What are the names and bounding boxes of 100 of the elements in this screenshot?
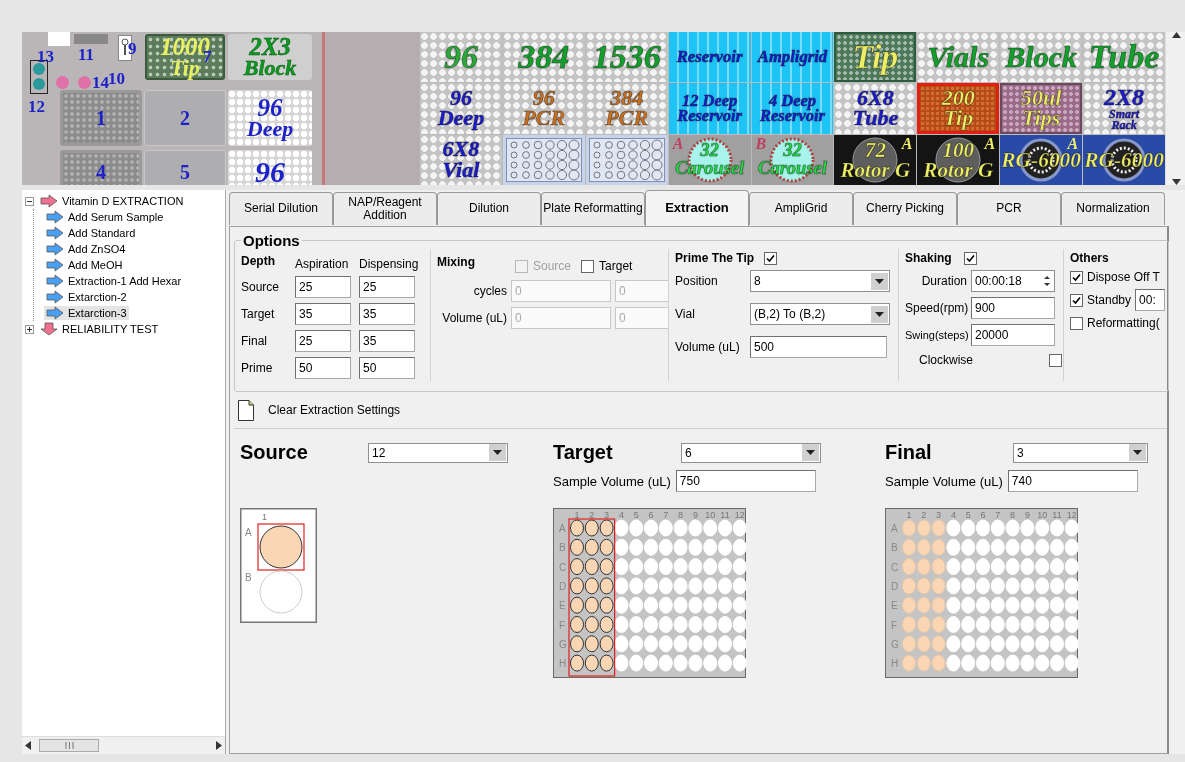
position-number: 10 — [108, 70, 125, 87]
scroll-left-icon[interactable] — [25, 741, 31, 750]
tab[interactable]: Plate Reformatting — [541, 192, 645, 225]
column-label: 9 — [1024, 510, 1030, 520]
dropdown[interactable]: 3 — [1013, 442, 1148, 463]
text-field[interactable]: 35 — [359, 303, 415, 325]
tab[interactable]: AmpliGrid — [749, 192, 853, 225]
collapse-icon[interactable] — [25, 196, 34, 206]
labware-tile[interactable]: 6X8 Tube — [834, 83, 917, 134]
scroll-right-icon[interactable] — [216, 741, 222, 750]
tree-item[interactable]: Vitamin D EXTRACTION — [38, 194, 186, 208]
checkbox[interactable] — [764, 251, 778, 265]
section-title: Depth — [241, 254, 276, 268]
field-label: Sample Volume (uL) — [553, 473, 671, 489]
tab[interactable]: NAP/Reagent Addition — [333, 192, 437, 225]
row-label: B — [559, 542, 566, 554]
text-field[interactable]: 20000 — [971, 324, 1055, 346]
row-label: B — [245, 572, 252, 583]
checkbox-label: Dispose Off T — [1087, 270, 1160, 284]
text-field[interactable]: 900 — [971, 297, 1055, 319]
labware-tile[interactable]: Reservoir — [668, 32, 751, 83]
text-field[interactable]: 50 — [295, 357, 351, 379]
plate-title: Target — [553, 441, 614, 464]
text-field[interactable]: 25 — [359, 276, 415, 298]
checkbox[interactable] — [581, 259, 595, 273]
tree-item[interactable]: Extarction-2 — [44, 290, 129, 304]
checkbox[interactable] — [1070, 316, 1083, 330]
row-label: F — [559, 619, 566, 631]
text-field[interactable]: 750 — [675, 470, 816, 492]
well-column[interactable] — [599, 519, 614, 672]
tree-item[interactable]: Add MeOH — [44, 258, 125, 272]
scroll-down-icon[interactable] — [1171, 179, 1181, 185]
tab[interactable]: Serial Dilution — [229, 192, 333, 225]
deck-slot[interactable]: 96 Deep — [228, 90, 312, 146]
labware-tile[interactable]: 4 Deep Reservoir — [751, 83, 834, 134]
text-field[interactable]: 35 — [295, 303, 351, 325]
row-label: A — [245, 527, 252, 538]
well-column[interactable] — [732, 519, 746, 672]
labware-tile[interactable]: 6X8 Vial — [420, 134, 502, 185]
well-column[interactable] — [614, 519, 629, 672]
checkbox-label: Source — [533, 259, 572, 273]
tab[interactable]: PCR — [957, 192, 1061, 225]
row-label: G — [559, 638, 567, 650]
checkbox[interactable] — [1070, 270, 1083, 284]
labware-tile[interactable]: 96 Deep — [420, 83, 502, 134]
well-column[interactable] — [584, 519, 599, 672]
labware-tile[interactable] — [502, 134, 585, 185]
right-arrow-icon — [46, 274, 64, 288]
text-field[interactable]: 740 — [1007, 470, 1138, 492]
position-number: 11 — [78, 46, 95, 63]
trough-icon — [30, 60, 48, 94]
dropdown[interactable]: 6 — [681, 442, 821, 463]
tree-item[interactable]: Add Standard — [44, 226, 138, 240]
tree-item[interactable]: RELIABILITY TEST — [38, 322, 161, 336]
tab[interactable]: Cherry Picking — [853, 192, 957, 225]
text-field[interactable]: 00: — [1135, 289, 1166, 311]
clear-settings-button[interactable]: Clear Extraction Settings — [234, 399, 405, 421]
well-column[interactable] — [1064, 519, 1078, 672]
well-column[interactable] — [570, 519, 584, 672]
labware-tile[interactable]: 2X8 Smart Rack — [1083, 83, 1165, 134]
field-label: Volume (uL) — [441, 311, 507, 325]
field-label: Swing(steps) — [905, 329, 970, 341]
text-field[interactable]: 35 — [359, 330, 415, 352]
checkbox[interactable] — [963, 251, 977, 265]
deck-slot[interactable]: 5 — [144, 150, 226, 185]
labware-tile[interactable]: 12 Deep Reservoir — [668, 83, 751, 134]
field-label: Duration — [920, 274, 967, 288]
time-field[interactable]: 00:00:18 — [971, 270, 1055, 292]
tree-item[interactable]: Add ZnSO4 — [44, 242, 128, 256]
text-field[interactable]: 25 — [295, 276, 351, 298]
text-field[interactable]: 50 — [359, 357, 415, 379]
dropdown[interactable]: 8 — [750, 270, 890, 292]
tab[interactable]: Extraction — [645, 190, 749, 226]
tree-item[interactable]: Add Serum Sample — [44, 210, 166, 224]
dropdown[interactable]: (B,2) To (B,2) — [750, 303, 890, 325]
labware-tile[interactable]: Ampligrid — [751, 32, 834, 83]
row-label: H — [559, 658, 567, 670]
expand-icon[interactable] — [25, 324, 34, 334]
tree-item[interactable]: Extarction-3 — [44, 306, 129, 320]
section-title: Mixing — [437, 255, 476, 269]
scrollbar[interactable] — [22, 736, 225, 754]
labware-tile[interactable]: Tip — [834, 32, 917, 83]
tree-item[interactable]: Extraction-1 Add Hexar — [44, 274, 184, 288]
dropdown[interactable]: 12 — [368, 442, 508, 463]
labware-tile[interactable] — [585, 134, 668, 185]
text-field[interactable]: 500 — [750, 336, 887, 358]
checkbox[interactable] — [1049, 353, 1062, 367]
tab[interactable]: Normalization — [1061, 192, 1165, 225]
labware-tile[interactable]: 200 Tip — [917, 83, 1000, 134]
checkbox[interactable] — [1070, 293, 1083, 307]
row-label: D — [891, 580, 899, 592]
scroll-up-icon[interactable] — [1171, 32, 1181, 38]
field-label: Vial — [675, 307, 696, 321]
column-label: 2 — [921, 510, 927, 520]
right-arrow-icon — [46, 258, 64, 272]
deck-slot[interactable]: 2 — [144, 90, 226, 146]
text-field[interactable]: 25 — [295, 330, 351, 352]
instrument-icon — [48, 32, 110, 46]
tab[interactable]: Dilution — [437, 192, 541, 225]
deck-slot[interactable]: 96 — [228, 150, 312, 185]
